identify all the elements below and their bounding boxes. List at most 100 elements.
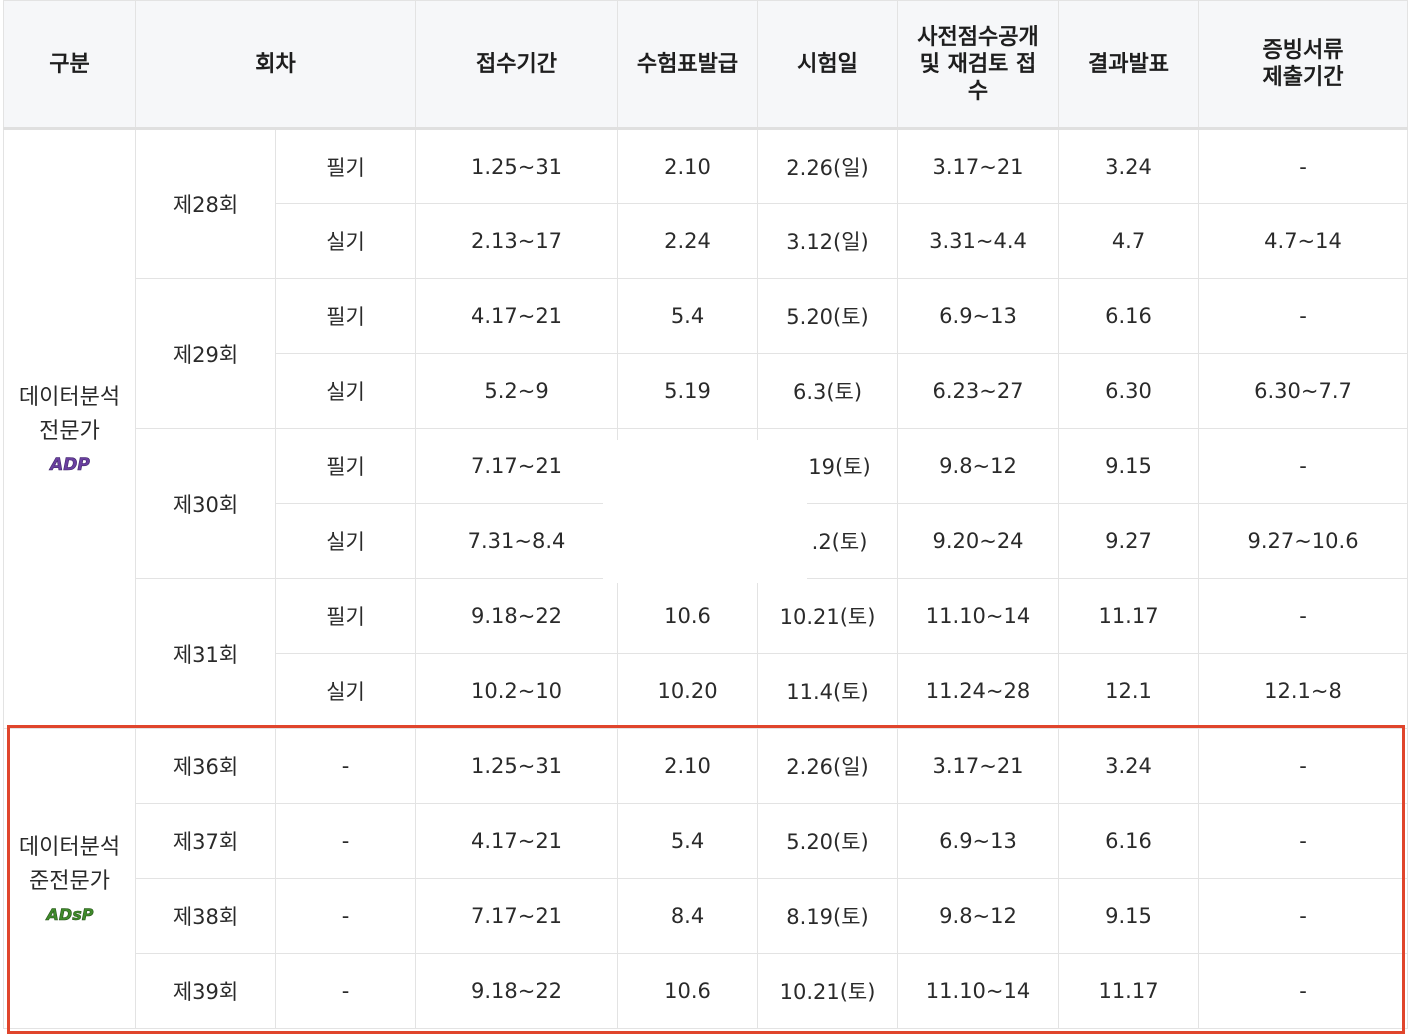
documents-cell: - (1198, 953, 1409, 1029)
registration-cell: 4.17~21 (415, 803, 619, 879)
round-cell: 제28회 (135, 128, 276, 279)
ticket-cell: 10.6 (617, 953, 759, 1029)
preliminary-cell: 9.8~12 (897, 878, 1060, 954)
header-preliminary-score-text: 사전점수공개 및 재검토 접수 (917, 24, 1039, 104)
ticket-cell: 10.6 (617, 578, 759, 654)
exam-type-cell: 실기 (274, 653, 417, 729)
result-cell: 6.16 (1058, 278, 1200, 354)
ticket-cell: 2.10 (617, 128, 759, 204)
registration-cell: 4.17~21 (415, 278, 619, 354)
header-documents: 증빙서류 제출기간 (1198, 0, 1409, 130)
table-row: 제37회 - 4.17~21 5.4 5.20(토) 6.9~13 6.16 - (4, 803, 1409, 879)
exam-date-cell: 11.4(토) (757, 653, 899, 729)
ticket-cell: 8.4 (617, 878, 759, 954)
result-cell: 9.27 (1058, 503, 1200, 579)
exam-date-cell: 8.19(토) (757, 878, 899, 954)
documents-cell: - (1198, 128, 1409, 204)
table-header: 구분 회차 접수기간 수험표발급 시험일 사전점수공개 및 재검토 접수 결과발… (3, 0, 1409, 130)
category-label-adsp: 데이터분석 준전문가 (18, 834, 121, 894)
preliminary-cell: 6.23~27 (897, 353, 1060, 429)
documents-cell: 12.1~8 (1198, 653, 1409, 729)
preliminary-cell: 6.9~13 (897, 803, 1060, 879)
adp-logo-icon: ADP (47, 455, 90, 476)
ticket-cell: 5.4 (617, 278, 759, 354)
registration-cell: 1.25~31 (415, 728, 619, 804)
registration-cell: 9.18~22 (415, 578, 619, 654)
exam-date-cell: 10.21(토) (757, 953, 899, 1029)
header-exam-date: 시험일 (757, 0, 899, 130)
documents-cell: 9.27~10.6 (1198, 503, 1409, 579)
exam-type-cell: 필기 (274, 428, 417, 504)
ticket-cell: 5.4 (617, 803, 759, 879)
round-cell: 제31회 (135, 578, 276, 729)
adsp-logo-text: ADsP (44, 905, 93, 924)
table-row: 제29회 필기 4.17~21 5.4 5.20(토) 6.9~13 6.16 … (4, 278, 1409, 429)
category-label-adp: 데이터분석 전문가 (18, 385, 121, 444)
documents-cell: - (1198, 803, 1409, 879)
result-cell: 6.16 (1058, 803, 1200, 879)
preliminary-cell: 3.31~4.4 (897, 203, 1060, 279)
adp-logo-text: ADP (48, 455, 90, 475)
exam-date-cell: 2.26(일) (757, 728, 899, 804)
result-cell: 6.30 (1058, 353, 1200, 429)
exam-date-cell: 10.21(토) (757, 578, 899, 654)
round-cell: 제37회 (135, 803, 276, 879)
preliminary-cell: 11.24~28 (897, 653, 1060, 729)
occlusion-patch (603, 440, 807, 583)
result-cell: 11.17 (1058, 953, 1200, 1029)
header-result: 결과발표 (1058, 0, 1200, 130)
registration-cell: 1.25~31 (415, 128, 619, 204)
round-cell: 제39회 (135, 953, 276, 1029)
table-row: 데이터분석 준전문가 ADsP 제36회 - 1.25~31 2.10 2.26… (3, 728, 1409, 1029)
registration-cell: 7.17~21 (415, 878, 619, 954)
registration-cell: 9.18~22 (415, 953, 619, 1029)
exam-type-cell: 필기 (274, 128, 417, 204)
category-cell-adsp: 데이터분석 준전문가 ADsP (3, 728, 136, 1029)
registration-cell: 10.2~10 (415, 653, 619, 729)
preliminary-cell: 9.20~24 (897, 503, 1060, 579)
exam-type-cell: - (274, 878, 417, 954)
round-cell: 제36회 (135, 728, 276, 804)
table-row: 제38회 - 7.17~21 8.4 8.19(토) 9.8~12 9.15 - (4, 878, 1409, 954)
header-documents-text: 증빙서류 제출기간 (1262, 38, 1344, 90)
round-cell: 제29회 (135, 278, 276, 429)
preliminary-cell: 3.17~21 (897, 128, 1060, 204)
result-cell: 3.24 (1058, 728, 1200, 804)
exam-type-cell: 실기 (274, 353, 417, 429)
header-registration: 접수기간 (415, 0, 619, 130)
registration-cell: 7.31~8.4 (415, 503, 619, 579)
exam-date-cell: 3.12(일) (757, 203, 899, 279)
result-cell: 3.24 (1058, 128, 1200, 204)
exam-date-cell: 6.3(토) (757, 353, 899, 429)
preliminary-cell: 11.10~14 (897, 953, 1060, 1029)
exam-type-cell: 실기 (274, 503, 417, 579)
documents-cell: - (1198, 578, 1409, 654)
category-cell-adp: 데이터분석 전문가 ADP (3, 128, 136, 729)
ticket-cell: 2.24 (617, 203, 759, 279)
result-cell: 9.15 (1058, 428, 1200, 504)
exam-date-cell: 5.20(토) (757, 278, 899, 354)
header-admission-ticket: 수험표발급 (617, 0, 759, 130)
header-round: 회차 (134, 0, 417, 130)
ticket-cell: 5.19 (617, 353, 759, 429)
result-cell: 12.1 (1058, 653, 1200, 729)
registration-cell: 7.17~21 (415, 428, 619, 504)
table-row: 데이터분석 전문가 ADP 제28회 필기 1.25~31 2.10 2.26(… (3, 128, 1409, 729)
header-category: 구분 (3, 0, 136, 130)
table-row: 제31회 필기 9.18~22 10.6 10.21(토) 11.10~14 1… (4, 578, 1409, 729)
documents-cell: - (1198, 878, 1409, 954)
exam-type-cell: - (274, 953, 417, 1029)
preliminary-cell: 6.9~13 (897, 278, 1060, 354)
preliminary-cell: 9.8~12 (897, 428, 1060, 504)
preliminary-cell: 3.17~21 (897, 728, 1060, 804)
registration-cell: 5.2~9 (415, 353, 619, 429)
documents-cell: - (1198, 428, 1409, 504)
adsp-logo-icon: ADsP (44, 904, 94, 924)
exam-type-cell: - (274, 803, 417, 879)
ticket-cell: 10.20 (617, 653, 759, 729)
registration-cell: 2.13~17 (415, 203, 619, 279)
round-cell: 제38회 (135, 878, 276, 954)
exam-date-cell: 5.20(토) (757, 803, 899, 879)
documents-cell: - (1198, 728, 1409, 804)
documents-cell: - (1198, 278, 1409, 354)
